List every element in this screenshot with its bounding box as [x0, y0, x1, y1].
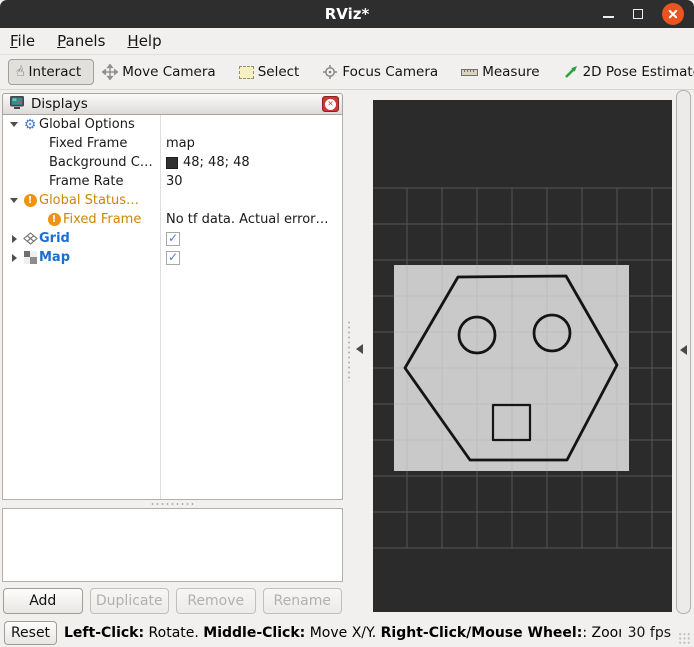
row-label: Frame Rate	[49, 174, 124, 189]
menu-panels[interactable]: Panels	[57, 32, 105, 50]
tool-label: Measure	[482, 64, 540, 80]
menubar: File Panels Help	[0, 28, 694, 55]
row-label: Fixed Frame	[49, 136, 128, 151]
gear-icon	[21, 118, 39, 132]
expander-down-icon[interactable]	[7, 122, 21, 127]
displays-close-icon[interactable]	[322, 96, 339, 112]
expander-right-icon[interactable]	[7, 234, 21, 243]
row-label: Global Options	[39, 117, 135, 132]
map-display-icon	[21, 251, 39, 264]
reset-button[interactable]: Reset	[4, 620, 57, 645]
resize-grip[interactable]	[678, 632, 691, 645]
tool-select[interactable]: Select	[238, 64, 300, 80]
tool-measure[interactable]: Measure	[461, 64, 540, 80]
tool-interact[interactable]: Interact	[8, 59, 95, 85]
tree-row-frame-rate[interactable]: Frame Rate 30	[3, 172, 342, 191]
tool-label: 2D Pose Estimate	[582, 64, 694, 80]
tree-row-global-options[interactable]: Global Options	[3, 115, 342, 134]
mouse-help-text: Left-Click: Rotate. Middle-Click: Move X…	[64, 624, 621, 641]
grid-display-icon	[21, 232, 39, 245]
row-value: No tf data. Actual error…	[166, 212, 329, 227]
maximize-icon[interactable]	[633, 9, 643, 19]
tool-label: Interact	[28, 64, 82, 80]
tree-row-background-color[interactable]: Background C… 48; 48; 48	[3, 153, 342, 172]
left-panel-splitter[interactable]	[345, 90, 373, 618]
tree-row-global-status[interactable]: Global Status…	[3, 191, 342, 210]
description-area	[2, 508, 343, 582]
tree-row-fixed-frame[interactable]: Fixed Frame map	[3, 134, 342, 153]
warning-icon	[21, 194, 39, 207]
row-label: Background C…	[49, 155, 153, 170]
green-pose-arrow-icon	[563, 64, 579, 80]
displays-panel-title: Displays	[31, 96, 88, 112]
collapse-right-arrow-icon[interactable]	[680, 345, 687, 355]
tool-move-camera[interactable]: Move Camera	[102, 64, 216, 80]
minimize-icon[interactable]	[603, 7, 614, 18]
color-swatch[interactable]	[166, 156, 178, 169]
tree-row-map[interactable]: Map	[3, 248, 342, 267]
hand-pointer-icon	[16, 64, 25, 80]
displays-panel-header: Displays	[2, 93, 343, 115]
displays-tree: Global Options Fixed Frame map Backgroun…	[2, 115, 343, 500]
tool-2d-pose-estimate[interactable]: 2D Pose Estimate	[563, 64, 694, 80]
menu-help[interactable]: Help	[127, 32, 161, 50]
tool-focus-camera[interactable]: Focus Camera	[322, 64, 438, 80]
tool-label: Select	[257, 64, 300, 80]
collapse-left-arrow-icon[interactable]	[356, 344, 363, 354]
row-label: Grid	[39, 231, 70, 246]
display-monitor-icon	[9, 95, 25, 114]
row-label: Map	[39, 250, 71, 265]
tool-label: Move Camera	[122, 64, 216, 80]
row-value[interactable]: map	[166, 136, 195, 151]
statusbar: Reset Left-Click: Rotate. Middle-Click: …	[0, 618, 694, 647]
right-panel-splitter[interactable]	[672, 90, 694, 618]
close-icon[interactable]	[662, 3, 684, 25]
grid-enabled-checkbox[interactable]	[166, 231, 180, 246]
3d-view-canvas[interactable]	[373, 100, 672, 612]
warning-icon	[45, 213, 63, 226]
toolbar: Interact Move Camera Select	[0, 55, 694, 90]
expander-right-icon[interactable]	[7, 253, 21, 262]
window-title: RViz*	[324, 5, 370, 23]
3d-viewport[interactable]	[373, 100, 672, 612]
add-button[interactable]: Add	[3, 588, 83, 614]
row-label: Global Status…	[39, 193, 140, 208]
tree-row-grid[interactable]: Grid	[3, 229, 342, 248]
row-value[interactable]: 30	[166, 174, 183, 189]
move-arrows-icon	[102, 64, 119, 80]
window-controls	[603, 0, 684, 28]
remove-button[interactable]: Remove	[176, 588, 256, 614]
row-value[interactable]: 48; 48; 48	[183, 155, 250, 170]
titlebar: RViz*	[0, 0, 694, 28]
menu-file[interactable]: File	[10, 32, 35, 50]
displays-buttons: Add Duplicate Remove Rename	[0, 582, 345, 618]
rviz-window: RViz* File Panels Help Interact	[0, 0, 694, 647]
rename-button[interactable]: Rename	[262, 588, 342, 614]
splitter-dots	[347, 320, 352, 382]
tool-label: Focus Camera	[342, 64, 439, 80]
tree-row-fixed-frame-status[interactable]: Fixed Frame No tf data. Actual error…	[3, 210, 342, 229]
fps-counter: 30 fps	[627, 624, 671, 641]
selection-box-icon	[238, 65, 254, 79]
duplicate-button[interactable]: Duplicate	[89, 588, 169, 614]
expander-down-icon[interactable]	[7, 198, 21, 203]
displays-panel: Displays Global Options Fixed Frame	[0, 90, 345, 618]
ruler-icon	[461, 67, 479, 78]
crosshair-icon	[322, 64, 338, 80]
main-area: Displays Global Options Fixed Frame	[0, 90, 694, 618]
row-label: Fixed Frame	[63, 212, 142, 227]
panel-horizontal-splitter[interactable]	[0, 500, 345, 508]
map-enabled-checkbox[interactable]	[166, 250, 180, 265]
